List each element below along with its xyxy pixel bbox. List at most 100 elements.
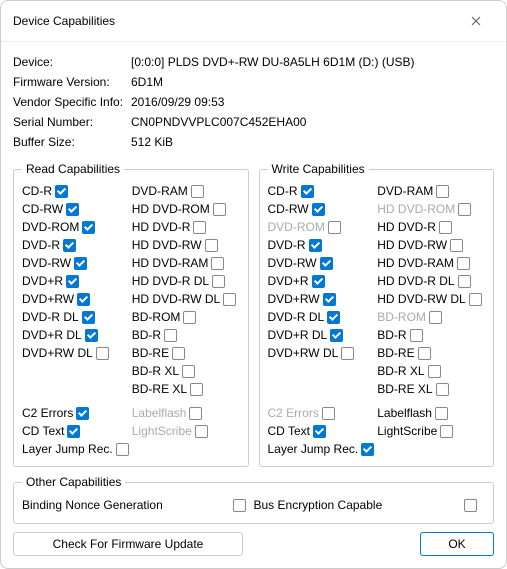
read-checkbox-dvd-rw-dl[interactable] <box>96 347 109 360</box>
read-checkbox-dvd-r-dl[interactable] <box>85 329 98 342</box>
write-checkbox-bd-r-xl[interactable] <box>428 365 441 378</box>
write-checkbox-hd-dvd-ram[interactable] <box>457 257 470 270</box>
write-item-cd-text: CD Text <box>268 422 376 440</box>
vendor-value: 2016/09/29 09:53 <box>131 95 494 109</box>
read-checkbox-layer-jump-rec[interactable] <box>116 443 129 456</box>
read-checkbox-bd-r-xl[interactable] <box>182 365 195 378</box>
write-item-dvd-r-dl: DVD+R DL <box>268 326 376 344</box>
bus-encryption-checkbox[interactable] <box>464 499 477 512</box>
read-label-layer-jump-rec: Layer Jump Rec. <box>22 442 113 456</box>
write-checkbox-cd-r[interactable] <box>301 185 314 198</box>
write-item-hd-dvd-rw-dl: HD DVD-RW DL <box>377 290 485 308</box>
write-checkbox-dvd-rw[interactable] <box>320 257 333 270</box>
read-checkbox-hd-dvd-r-dl[interactable] <box>212 275 225 288</box>
read-label-hd-dvd-rom: HD DVD-ROM <box>132 202 210 216</box>
write-checkbox-hd-dvd-r-dl[interactable] <box>458 275 471 288</box>
content-area: Device: [0:0:0] PLDS DVD+-RW DU-8A5LH 6D… <box>1 42 506 568</box>
read-capabilities-group: Read Capabilities CD-RDVD-RAMCD-RWHD DVD… <box>13 162 249 467</box>
binding-nonce-checkbox[interactable] <box>233 499 246 512</box>
read-label-dvd-r-dl: DVD-R DL <box>22 310 79 324</box>
write-item-cd-rw: CD-RW <box>268 200 376 218</box>
read-checkbox-dvd-r[interactable] <box>66 275 79 288</box>
read-checkbox-labelflash[interactable] <box>189 407 202 420</box>
read-checkbox-dvd-rw[interactable] <box>74 257 87 270</box>
read-checkbox-bd-r[interactable] <box>164 329 177 342</box>
read-item-hd-dvd-rom: HD DVD-ROM <box>132 200 240 218</box>
read-checkbox-cd-text[interactable] <box>67 425 80 438</box>
read-label-cd-r: CD-R <box>22 184 52 198</box>
other-capabilities-group: Other Capabilities Binding Nonce Generat… <box>13 475 494 524</box>
close-button[interactable] <box>458 9 494 33</box>
write-checkbox-bd-re[interactable] <box>418 347 431 360</box>
write-checkbox-hd-dvd-r[interactable] <box>439 221 452 234</box>
write-checkbox-bd-r[interactable] <box>410 329 423 342</box>
write-label-cd-rw: CD-RW <box>268 202 309 216</box>
write-label-hd-dvd-rw: HD DVD-RW <box>377 238 447 252</box>
write-checkbox-dvd-r-dl[interactable] <box>327 311 340 324</box>
info-row-firmware: Firmware Version: 6D1M <box>13 72 494 92</box>
write-checkbox-hd-dvd-rw[interactable] <box>450 239 463 252</box>
read-item-lightscribe: LightScribe <box>132 422 240 440</box>
read-checkbox-dvd-ram[interactable] <box>191 185 204 198</box>
read-checkbox-dvd-rw[interactable] <box>77 293 90 306</box>
write-checkbox-dvd-rom[interactable] <box>328 221 341 234</box>
read-label-hd-dvd-r-dl: HD DVD-R DL <box>132 274 209 288</box>
write-item-bd-r-xl: BD-R XL <box>377 362 485 380</box>
ok-button[interactable]: OK <box>420 532 494 556</box>
firmware-label: Firmware Version: <box>13 75 131 89</box>
write-item-dvd-ram: DVD-RAM <box>377 182 485 200</box>
write-checkbox-lightscribe[interactable] <box>440 425 453 438</box>
write-label-bd-rom: BD-ROM <box>377 310 426 324</box>
write-checkbox-c2-errors[interactable] <box>322 407 335 420</box>
write-checkbox-dvd-rw-dl[interactable] <box>341 347 354 360</box>
write-checkbox-layer-jump-rec[interactable] <box>361 443 374 456</box>
read-label-dvd-r: DVD-R <box>22 238 60 252</box>
write-checkbox-dvd-ram[interactable] <box>436 185 449 198</box>
write-item-dvd-r: DVD+R <box>268 272 376 290</box>
capabilities-row: Read Capabilities CD-RDVD-RAMCD-RWHD DVD… <box>13 162 494 467</box>
write-checkbox-cd-rw[interactable] <box>312 203 325 216</box>
write-checkbox-bd-re-xl[interactable] <box>436 383 449 396</box>
firmware-value: 6D1M <box>131 75 494 89</box>
write-checkbox-bd-rom[interactable] <box>429 311 442 324</box>
read-label-dvd-rw-dl: DVD+RW DL <box>22 346 93 360</box>
write-label-bd-re-xl: BD-RE XL <box>377 382 432 396</box>
read-item-dvd-rom: DVD-ROM <box>22 218 130 236</box>
write-checkbox-cd-text[interactable] <box>313 425 326 438</box>
write-label-dvd-rw: DVD+RW <box>268 292 320 306</box>
write-checkbox-hd-dvd-rom[interactable] <box>458 203 471 216</box>
check-firmware-button[interactable]: Check For Firmware Update <box>13 532 243 556</box>
write-label-lightscribe: LightScribe <box>377 424 437 438</box>
read-checkbox-bd-rom[interactable] <box>183 311 196 324</box>
read-item-c2-errors: C2 Errors <box>22 404 130 422</box>
read-item-cd-text: CD Text <box>22 422 130 440</box>
read-checkbox-hd-dvd-rw-dl[interactable] <box>223 293 236 306</box>
write-checkbox-hd-dvd-rw-dl[interactable] <box>469 293 482 306</box>
read-checkbox-hd-dvd-r[interactable] <box>193 221 206 234</box>
write-checkbox-dvd-r-dl[interactable] <box>330 329 343 342</box>
read-checkbox-dvd-rom[interactable] <box>82 221 95 234</box>
write-checkbox-labelflash[interactable] <box>435 407 448 420</box>
read-checkbox-c2-errors[interactable] <box>76 407 89 420</box>
write-item-hd-dvd-r: HD DVD-R <box>377 218 485 236</box>
read-checkbox-lightscribe[interactable] <box>195 425 208 438</box>
read-checkbox-hd-dvd-ram[interactable] <box>211 257 224 270</box>
read-item-cd-r: CD-R <box>22 182 130 200</box>
write-label-bd-re: BD-RE <box>377 346 414 360</box>
read-checkbox-hd-dvd-rom[interactable] <box>213 203 226 216</box>
write-checkbox-dvd-r[interactable] <box>312 275 325 288</box>
read-checkbox-dvd-r[interactable] <box>63 239 76 252</box>
write-checkbox-dvd-r[interactable] <box>309 239 322 252</box>
read-checkbox-cd-r[interactable] <box>55 185 68 198</box>
read-item-bd-re: BD-RE <box>132 344 240 362</box>
write-checkbox-dvd-rw[interactable] <box>323 293 336 306</box>
read-item-dvd-r: DVD-R <box>22 236 130 254</box>
read-checkbox-cd-rw[interactable] <box>66 203 79 216</box>
read-checkbox-hd-dvd-rw[interactable] <box>205 239 218 252</box>
read-checkbox-dvd-r-dl[interactable] <box>82 311 95 324</box>
buffer-label: Buffer Size: <box>13 135 131 149</box>
read-checkbox-bd-re[interactable] <box>172 347 185 360</box>
write-item-hd-dvd-rom: HD DVD-ROM <box>377 200 485 218</box>
read-label-cd-rw: CD-RW <box>22 202 63 216</box>
read-checkbox-bd-re-xl[interactable] <box>190 383 203 396</box>
